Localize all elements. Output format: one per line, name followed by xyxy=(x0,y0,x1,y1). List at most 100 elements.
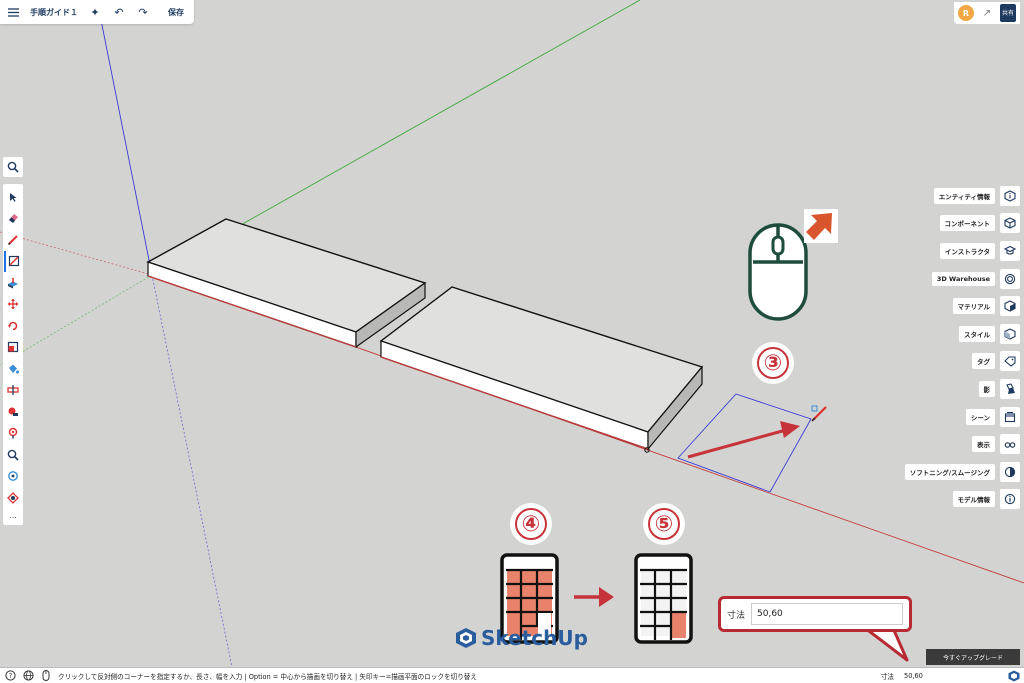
top-right-controls: R ↗ 共有 xyxy=(954,2,1020,24)
zoom-tool[interactable] xyxy=(4,444,22,466)
panel-label[interactable]: シーン xyxy=(965,408,995,425)
tag-icon[interactable] xyxy=(1000,351,1020,372)
offset-icon xyxy=(7,385,19,396)
eraser-tool[interactable] xyxy=(4,208,22,230)
panel-instructor[interactable]: インストラクタ xyxy=(939,237,1020,265)
move-tool[interactable] xyxy=(4,294,22,316)
dimension-callout-value: 50,60 xyxy=(751,603,903,625)
panel-label[interactable]: マテリアル xyxy=(952,298,995,315)
paint-bucket-tool[interactable] xyxy=(4,358,22,380)
panel-label[interactable]: コンポーネント xyxy=(939,215,995,232)
instructor-icon[interactable] xyxy=(1000,240,1020,261)
panel-components[interactable]: コンポーネント xyxy=(939,210,1020,238)
measurement-input[interactable]: 50,60 xyxy=(904,672,1002,680)
search-icon xyxy=(7,161,19,173)
arrow-cursor-icon xyxy=(10,192,17,202)
paint-bucket-icon xyxy=(9,364,19,374)
redo-icon[interactable]: ↷ xyxy=(136,5,150,19)
undo-icon[interactable]: ↶ xyxy=(112,5,126,19)
rotate-icon xyxy=(8,321,18,331)
panel-styles[interactable]: スタイル xyxy=(959,320,1020,348)
orbit-tool[interactable] xyxy=(4,466,22,488)
step-four-badge: ④ xyxy=(510,503,552,545)
panel-label[interactable]: ソフトニング/スムージング xyxy=(904,463,995,480)
dimension-callout-label: 寸法 xyxy=(727,610,746,621)
mouse-icon xyxy=(748,223,808,321)
warehouse-icon[interactable] xyxy=(1000,268,1020,289)
measurement-label: 寸法 xyxy=(880,672,894,681)
position-camera-icon xyxy=(8,428,18,439)
panel-label[interactable]: エンティティ情報 xyxy=(933,187,995,204)
display-icon[interactable] xyxy=(1000,434,1020,455)
components-icon[interactable] xyxy=(1000,213,1020,234)
document-title[interactable]: 手順ガイド１ xyxy=(30,7,78,18)
offset-tool[interactable] xyxy=(4,380,22,402)
right-panel-bar: エンティティ情報 コンポーネント インストラクタ 3D Warehouse マテ… xyxy=(904,182,1020,514)
avatar[interactable]: R xyxy=(958,5,974,21)
box-two[interactable] xyxy=(379,286,704,453)
box-one[interactable] xyxy=(146,218,427,349)
status-bar: ? クリックして反対側のコーナーを指定するか、長さ、幅を入力 | Option … xyxy=(0,667,1024,683)
select-tool[interactable] xyxy=(4,186,22,208)
scenes-icon[interactable] xyxy=(1000,406,1020,427)
tape-measure-tool[interactable] xyxy=(4,401,22,423)
position-camera-tool[interactable] xyxy=(4,423,22,445)
panel-label[interactable]: モデル情報 xyxy=(952,491,995,508)
globe-icon[interactable] xyxy=(22,670,34,682)
upgrade-button[interactable]: 今すぐアップグレード xyxy=(926,649,1020,665)
rotate-tool[interactable] xyxy=(4,315,22,337)
pencil-icon xyxy=(8,235,18,245)
step-three-badge: ③ xyxy=(752,342,794,384)
3d-viewport[interactable]: ③ ④ ⑤ 寸法 50,60 SketchUp 今すぐアップグレード xyxy=(0,0,1024,667)
entity-info-icon[interactable] xyxy=(1000,185,1020,206)
panel-label[interactable]: タグ xyxy=(972,353,995,370)
move-mouse-arrow-icon xyxy=(804,209,838,243)
panel-label[interactable]: インストラクタ xyxy=(939,242,995,259)
scale-tool[interactable] xyxy=(4,337,22,359)
push-pull-icon xyxy=(8,277,18,289)
ai-sparkle-icon[interactable]: ✦ xyxy=(88,5,102,19)
blue-axis-line xyxy=(96,0,153,276)
save-button[interactable]: 保存 xyxy=(168,7,184,18)
panel-label[interactable]: スタイル xyxy=(959,325,995,342)
panel-soften-smooth[interactable]: ソフトニング/スムージング xyxy=(904,458,1020,486)
help-icon[interactable]: ? xyxy=(4,670,16,682)
panel-display[interactable]: 表示 xyxy=(972,430,1020,458)
panel-shadows[interactable]: 影 xyxy=(978,375,1020,403)
panel-label[interactable]: 表示 xyxy=(972,436,995,453)
soften-smooth-icon[interactable] xyxy=(1000,461,1020,482)
push-pull-tool[interactable] xyxy=(4,272,22,294)
step-five-badge: ⑤ xyxy=(643,503,685,545)
magnifier-icon xyxy=(7,449,19,461)
panel-scenes[interactable]: シーン xyxy=(965,403,1020,431)
more-tools-button[interactable]: … xyxy=(4,509,22,523)
model-info-icon[interactable] xyxy=(1000,489,1020,510)
rectangle-tool[interactable] xyxy=(4,250,22,272)
status-message: クリックして反対側のコーナーを指定するか、長さ、幅を入力 | Option = … xyxy=(58,672,477,681)
section-tool[interactable] xyxy=(4,487,22,509)
panel-3d-warehouse[interactable]: 3D Warehouse xyxy=(931,265,1020,293)
panel-label[interactable]: 影 xyxy=(978,380,995,397)
materials-icon[interactable] xyxy=(1000,296,1020,317)
sketchup-app-icon[interactable] xyxy=(1008,670,1020,682)
panel-label[interactable]: 3D Warehouse xyxy=(931,271,995,286)
share-arrow-icon[interactable]: ↗ xyxy=(980,5,994,21)
section-plane-icon xyxy=(7,491,19,504)
dimension-callout: 寸法 50,60 xyxy=(718,596,912,632)
panel-entity-info[interactable]: エンティティ情報 xyxy=(933,182,1020,210)
left-toolbar: … xyxy=(3,184,23,525)
search-tool-button[interactable] xyxy=(3,157,23,177)
panel-materials[interactable]: マテリアル xyxy=(952,292,1020,320)
callout-tail xyxy=(863,626,909,662)
panel-tags[interactable]: タグ xyxy=(972,348,1020,376)
sketchup-logo-icon xyxy=(456,628,476,648)
share-button[interactable]: 共有 xyxy=(1000,4,1016,22)
pencil-tool[interactable] xyxy=(4,229,22,251)
sketchup-logo-text: SketchUp xyxy=(481,626,588,650)
shadows-icon[interactable] xyxy=(1000,378,1020,399)
orbit-icon xyxy=(8,471,18,482)
styles-icon[interactable] xyxy=(1000,323,1020,344)
hamburger-icon[interactable] xyxy=(6,5,20,19)
model-scene[interactable] xyxy=(0,0,1024,667)
panel-model-info[interactable]: モデル情報 xyxy=(952,486,1020,514)
